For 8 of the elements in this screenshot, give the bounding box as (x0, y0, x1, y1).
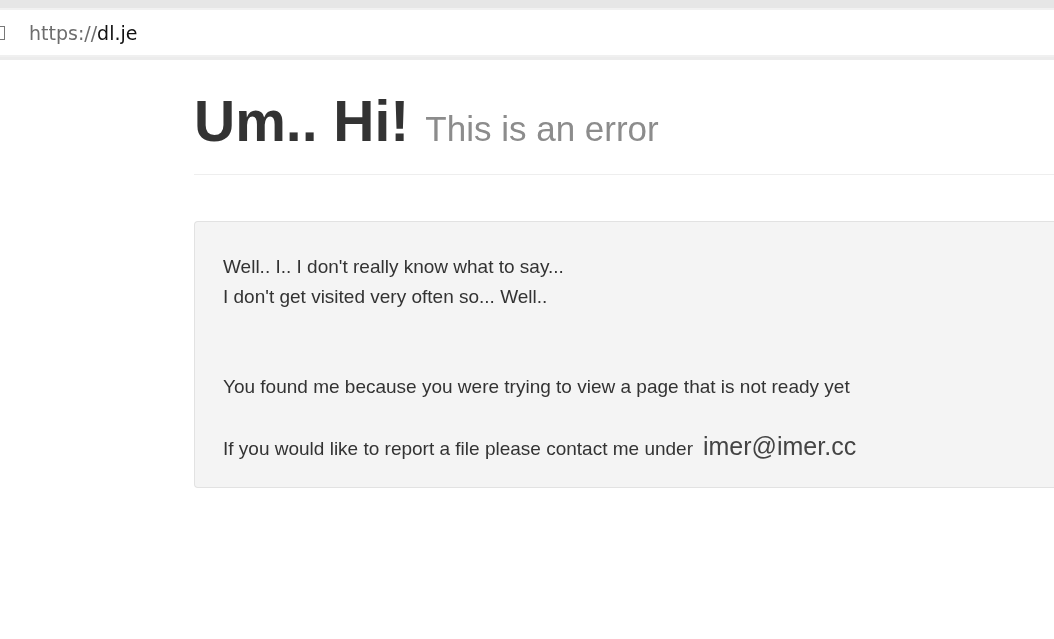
page-title: Um.. Hi! (194, 88, 410, 154)
email-address: imer@imer.cc (703, 432, 857, 461)
message-text: You found me because you were trying to view a page that is not ready yet (223, 375, 851, 399)
message-text: Well.. I.. I don't really know what to say... (223, 255, 565, 279)
message-text: I don't get visited very often so... Well.. (223, 285, 549, 309)
page-subtitle: This is an error (425, 109, 659, 149)
url-field[interactable]: https://dl.je (29, 21, 138, 44)
contact-text: If you would like to report a file please contact me under (223, 438, 693, 460)
